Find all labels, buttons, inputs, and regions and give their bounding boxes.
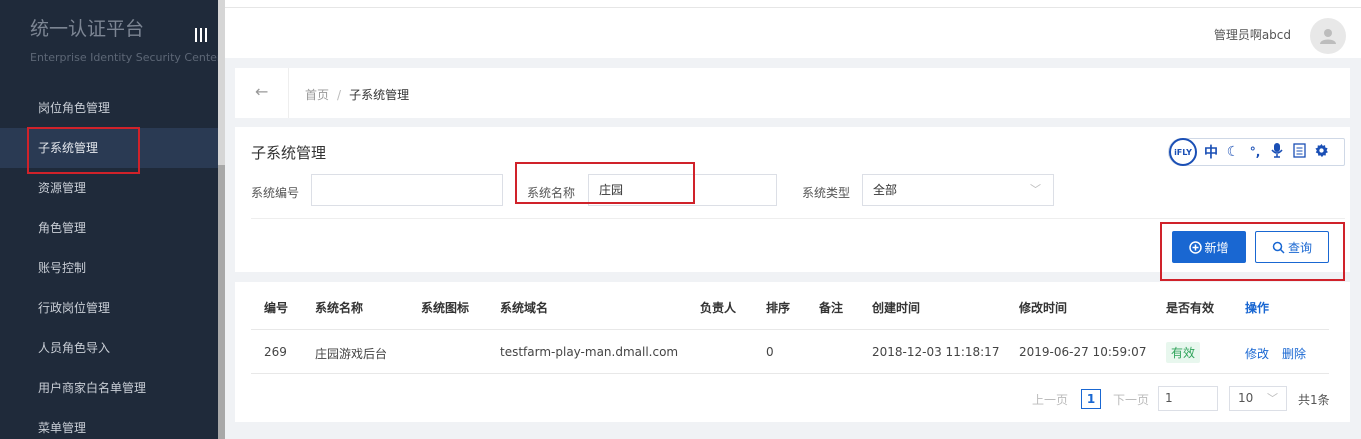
search-icon	[1272, 241, 1285, 254]
breadcrumb-current: 子系统管理	[349, 88, 410, 102]
add-button[interactable]: 新增	[1172, 231, 1246, 263]
system-name-label: 系统名称	[527, 186, 576, 200]
chevron-down-icon: ﹀	[1267, 392, 1278, 405]
divider	[251, 218, 1345, 219]
column-header: 编号	[264, 301, 289, 315]
breadcrumb: 首页 / 子系统管理	[305, 86, 409, 103]
system-type-value: 全部	[873, 183, 898, 197]
status-badge: 有效	[1166, 342, 1201, 363]
sidebar-item-role-import[interactable]: 人员角色导入	[0, 328, 218, 368]
back-arrow-icon[interactable]: ←	[255, 82, 268, 101]
add-button-label: 新增	[1204, 240, 1229, 255]
query-button[interactable]: 查询	[1255, 231, 1329, 263]
chinese-char-icon[interactable]: 中	[1203, 142, 1219, 162]
column-header: 负责人	[700, 301, 737, 315]
username[interactable]: 管理员啊abcd	[1214, 26, 1291, 43]
page-jump-input[interactable]: 1	[1158, 386, 1218, 411]
edit-link[interactable]: 修改	[1245, 345, 1269, 362]
sidebar-item-subsystem[interactable]: 子系统管理	[0, 128, 218, 168]
cell-created: 2018-12-03 11:18:17	[872, 345, 1000, 359]
sidebar-item-whitelist[interactable]: 用户商家白名单管理	[0, 368, 218, 408]
ifly-logo[interactable]: iFLY	[1169, 138, 1197, 166]
system-type-select[interactable]: 全部 ﹀	[862, 174, 1054, 206]
column-header: 备注	[819, 301, 844, 315]
breadcrumb-separator: /	[337, 88, 342, 102]
page-size-value: 10	[1238, 391, 1254, 405]
gear-icon[interactable]	[1313, 143, 1329, 162]
sidebar-scrollbar-thumb[interactable]	[218, 165, 225, 439]
cell-name: 庄园游戏后台	[315, 347, 388, 361]
chevron-down-icon: ﹀	[1030, 183, 1041, 196]
header-bar: 管理员啊abcd	[225, 8, 1361, 58]
user-icon	[1320, 29, 1336, 44]
column-header: 系统名称	[315, 301, 364, 315]
system-code-label: 系统编号	[251, 186, 300, 200]
page-number-current[interactable]: 1	[1081, 389, 1101, 409]
breadcrumb-home[interactable]: 首页	[305, 88, 329, 102]
sidebar-item-resource[interactable]: 资源管理	[0, 168, 218, 208]
divider	[251, 329, 1329, 330]
brand-subtitle: Enterprise Identity Security Center	[30, 51, 222, 64]
sidebar-item-role[interactable]: 角色管理	[0, 208, 218, 248]
column-header: 系统图标	[421, 301, 470, 315]
column-header: 创建时间	[872, 301, 921, 315]
column-header: 系统域名	[500, 301, 549, 315]
system-code-input[interactable]	[311, 174, 503, 206]
avatar[interactable]	[1310, 18, 1346, 54]
prev-page-button[interactable]: 上一页	[1032, 391, 1068, 408]
plus-circle-icon	[1189, 240, 1203, 254]
divider	[288, 68, 289, 118]
sidebar-item-menu[interactable]: 菜单管理	[0, 408, 218, 439]
column-header: 修改时间	[1019, 301, 1068, 315]
ifly-toolbar: iFLY 中 ☾ °,	[1168, 138, 1345, 166]
sidebar-item-admin-post[interactable]: 行政岗位管理	[0, 288, 218, 328]
page-size-select[interactable]: 10 ﹀	[1229, 386, 1287, 411]
menu-toggle-icon[interactable]	[195, 28, 207, 42]
delete-link[interactable]: 删除	[1282, 345, 1306, 362]
brand-title: 统一认证平台	[30, 18, 145, 40]
cell-domain: testfarm-play-man.dmall.com	[500, 345, 679, 359]
system-type-label: 系统类型	[802, 186, 851, 200]
cell-modified: 2019-06-27 10:59:07	[1019, 345, 1147, 359]
system-name-input[interactable]: 庄园	[588, 174, 777, 206]
sidebar: 统一认证平台 Enterprise Identity Security Cent…	[0, 0, 225, 439]
column-header: 排序	[766, 301, 791, 315]
moon-icon[interactable]: ☾	[1225, 144, 1241, 160]
data-table: 编号 系统名称 系统图标 系统域名 负责人 排序 备注 创建时间 修改时间 是否…	[235, 282, 1350, 422]
divider	[251, 373, 1329, 374]
total-count: 共1条	[1298, 393, 1330, 407]
sidebar-item-account[interactable]: 账号控制	[0, 248, 218, 288]
cell-id: 269	[264, 345, 287, 359]
breadcrumb-bar: ← 首页 / 子系统管理	[235, 68, 1350, 118]
cell-sort: 0	[766, 345, 774, 359]
document-icon[interactable]	[1291, 142, 1307, 162]
punctuation-icon[interactable]: °,	[1247, 145, 1263, 159]
query-button-label: 查询	[1287, 240, 1312, 255]
sidebar-item-post-role[interactable]: 岗位角色管理	[0, 88, 218, 128]
page-title: 子系统管理	[251, 144, 327, 162]
top-strip	[225, 0, 1361, 8]
next-page-button[interactable]: 下一页	[1113, 391, 1149, 408]
microphone-icon[interactable]	[1269, 142, 1285, 162]
column-header: 是否有效	[1166, 301, 1215, 315]
column-header: 操作	[1245, 301, 1270, 315]
